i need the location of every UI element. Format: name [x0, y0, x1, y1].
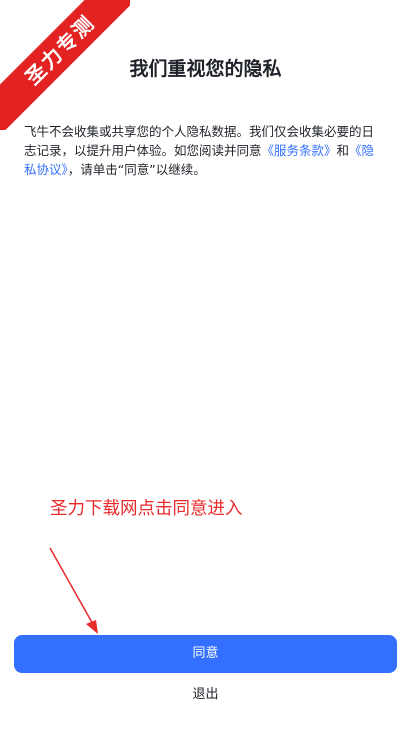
exit-button[interactable]: 退出 — [0, 683, 411, 702]
privacy-text-part-2: 和 — [336, 143, 350, 158]
privacy-description: 飞牛不会收集或共享您的个人隐私数据。我们仅会收集必要的日志记录，以提升用户体验。… — [24, 122, 386, 179]
page-title: 我们重视您的隐私 — [129, 58, 282, 80]
promo-annotation: 圣力下载网点击同意进入 — [50, 499, 243, 519]
terms-of-service-link[interactable]: 《服务条款》 — [262, 143, 337, 158]
arrow-annotation-icon — [49, 547, 98, 634]
privacy-text-part-3: ，请单击“同意”以继续。 — [67, 162, 206, 177]
agree-button[interactable]: 同意 — [14, 635, 397, 673]
privacy-screen: 圣力专测 我们重视您的隐私 飞牛不会收集或共享您的个人隐私数据。我们仅会收集必要… — [0, 0, 411, 732]
